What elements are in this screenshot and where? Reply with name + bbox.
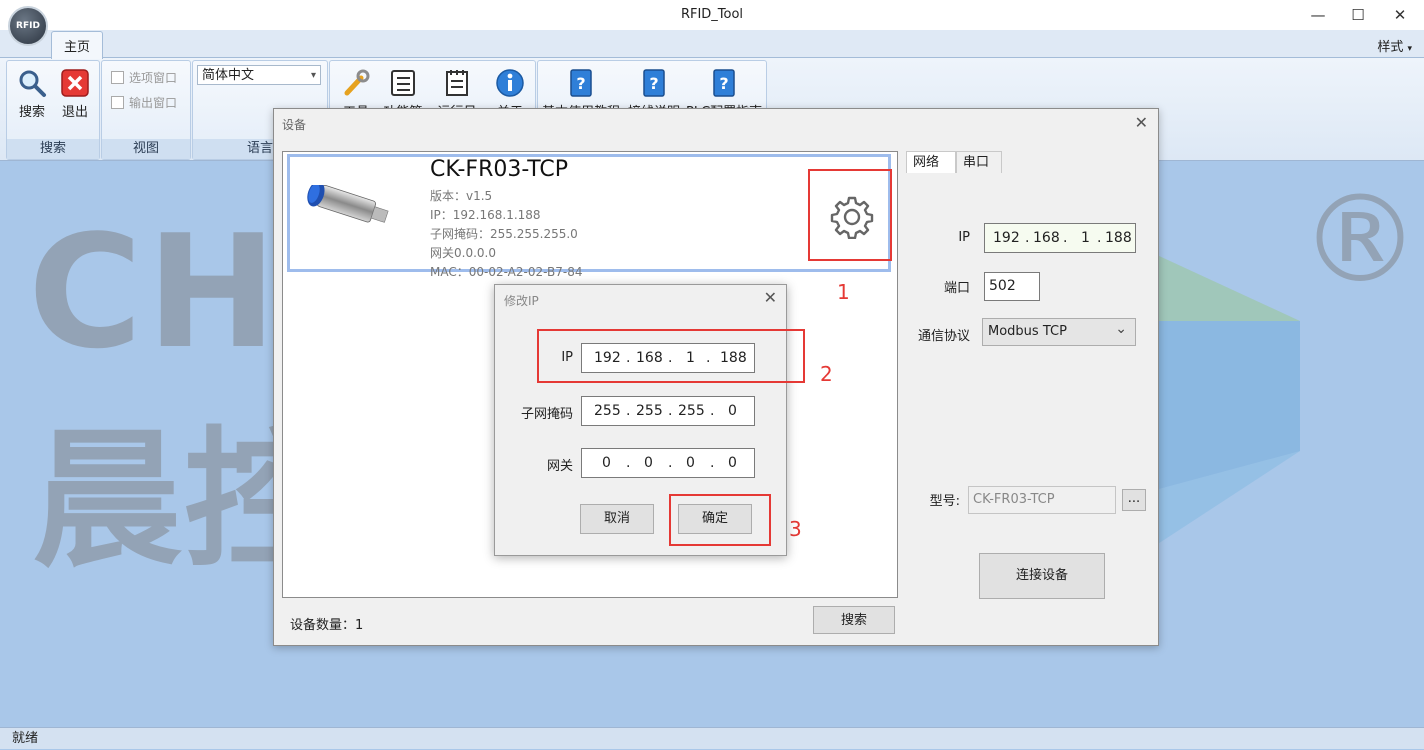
maximize-icon[interactable]: ☐ bbox=[1346, 4, 1370, 26]
ip-input[interactable]: 192 . 168 . 1 . 188 bbox=[984, 223, 1136, 253]
ribbon-group-search: 搜索 退出 搜索 bbox=[6, 60, 100, 160]
sensor-image bbox=[307, 185, 389, 223]
device-mac: MAC：00-02-A2-02-B7-84 bbox=[430, 265, 583, 279]
magnifier-icon bbox=[16, 67, 48, 99]
port-input[interactable]: 502 bbox=[984, 272, 1040, 301]
device-ip: IP：192.168.1.188 bbox=[430, 208, 541, 222]
svg-text:?: ? bbox=[576, 74, 585, 93]
modify-ip-dialog: 修改IP ✕ IP 192 . 168 . 1 . 188 子网掩码 255 .… bbox=[494, 284, 805, 556]
port-label: 端口 bbox=[943, 281, 970, 296]
browse-button[interactable]: ... bbox=[1122, 489, 1146, 511]
subnet-input[interactable]: 255 . 255 . 255 . 0 bbox=[581, 396, 755, 426]
ribbon-group-view: 选项窗口 输出窗口 视图 bbox=[101, 60, 191, 160]
output-window-label: 输出窗口 bbox=[129, 96, 178, 110]
ip-octet: 188 bbox=[720, 350, 747, 366]
window-title: RFID_Tool bbox=[680, 7, 744, 22]
protocol-select[interactable]: Modbus TCP bbox=[982, 316, 1136, 346]
subnet-label: 子网掩码 bbox=[520, 407, 573, 422]
gateway-octet: 0 bbox=[728, 455, 737, 471]
modify-ip-label: IP bbox=[561, 350, 573, 365]
gear-icon[interactable] bbox=[830, 195, 874, 239]
ribbon-group-search-label: 搜索 bbox=[7, 139, 99, 159]
ribbon-tab-row bbox=[0, 30, 1424, 58]
watermark-registered: ® bbox=[1300, 171, 1420, 310]
help-book-icon: ? bbox=[708, 67, 740, 99]
checkbox-box bbox=[111, 96, 124, 109]
subnet-octet: 255 bbox=[678, 403, 705, 419]
wrench-icon bbox=[340, 67, 372, 99]
exit-ribbon-label: 退出 bbox=[61, 105, 88, 120]
device-dialog-title: 设备 bbox=[282, 118, 307, 132]
gateway-octet: 0 bbox=[686, 455, 695, 471]
gateway-octet: 0 bbox=[602, 455, 611, 471]
model-label: 型号: bbox=[929, 494, 960, 509]
ip-octet: 1 bbox=[686, 350, 695, 366]
help-book-icon: ? bbox=[565, 67, 597, 99]
close-icon[interactable]: ✕ bbox=[764, 288, 777, 307]
ip-octet: 168 bbox=[1033, 230, 1060, 246]
gateway-label: 网关 bbox=[546, 459, 573, 474]
ip-label: IP bbox=[958, 230, 970, 245]
search-button[interactable]: 搜索 bbox=[813, 606, 895, 634]
subnet-octet: 255 bbox=[594, 403, 621, 419]
ip-octet: 188 bbox=[1105, 230, 1132, 246]
info-icon bbox=[494, 67, 526, 99]
step-marker-2: 2 bbox=[820, 362, 833, 386]
checklist-icon bbox=[387, 67, 419, 99]
cancel-button[interactable]: 取消 bbox=[580, 504, 654, 534]
title-bar: RFID_Tool — ☐ ✕ bbox=[0, 0, 1424, 30]
tab-home[interactable]: 主页 bbox=[51, 31, 103, 59]
ip-octet: 192 bbox=[993, 230, 1020, 246]
model-input[interactable]: CK-FR03-TCP bbox=[968, 486, 1116, 514]
ip-octet: 1 bbox=[1081, 230, 1090, 246]
device-subnet: 子网掩码：255.255.255.0 bbox=[430, 227, 578, 241]
search-ribbon-label: 搜索 bbox=[18, 105, 45, 120]
option-window-checkbox[interactable]: 选项窗口 bbox=[111, 69, 177, 86]
chevron-down-icon: ▾ bbox=[1407, 44, 1412, 54]
connect-device-button[interactable]: 连接设备 bbox=[979, 553, 1105, 599]
device-card[interactable]: CK-FR03-TCP 版本：v1.5 IP：192.168.1.188 子网掩… bbox=[287, 154, 892, 279]
search-ribbon-button[interactable]: 搜索 bbox=[10, 65, 54, 121]
modify-ip-input[interactable]: 192 . 168 . 1 . 188 bbox=[581, 343, 755, 373]
device-name: CK-FR03-TCP bbox=[430, 157, 569, 182]
app-logo-icon[interactable]: RFID bbox=[8, 6, 48, 46]
status-text: 就绪 bbox=[12, 731, 39, 746]
device-version: 版本：v1.5 bbox=[430, 189, 493, 203]
ip-octet: 192 bbox=[594, 350, 621, 366]
device-gateway: 网关0.0.0.0 bbox=[430, 246, 496, 260]
exit-icon bbox=[59, 67, 91, 99]
option-window-label: 选项窗口 bbox=[129, 71, 178, 85]
exit-ribbon-button[interactable]: 退出 bbox=[53, 65, 97, 121]
style-menu-label: 样式 bbox=[1377, 40, 1404, 55]
output-window-checkbox[interactable]: 输出窗口 bbox=[111, 94, 177, 111]
gateway-input[interactable]: 0 . 0 . 0 . 0 bbox=[581, 448, 755, 478]
protocol-label: 通信协议 bbox=[917, 329, 970, 344]
device-count: 设备数量：1 bbox=[290, 618, 364, 633]
ip-octet: 168 bbox=[636, 350, 663, 366]
gateway-octet: 0 bbox=[644, 455, 653, 471]
subnet-octet: 255 bbox=[636, 403, 663, 419]
status-bar: 就绪 bbox=[0, 727, 1424, 749]
tab-network[interactable]: 网络 bbox=[906, 151, 956, 173]
svg-text:?: ? bbox=[719, 74, 728, 93]
subnet-octet: 0 bbox=[728, 403, 737, 419]
minimize-icon[interactable]: — bbox=[1306, 4, 1330, 26]
log-icon bbox=[441, 67, 473, 99]
step-marker-3: 3 bbox=[789, 517, 802, 541]
language-select[interactable]: 简体中文 bbox=[197, 65, 321, 86]
step-marker-1: 1 bbox=[837, 280, 850, 304]
tab-serial[interactable]: 串口 bbox=[956, 151, 1002, 173]
settings-highlight bbox=[808, 169, 892, 261]
close-icon[interactable]: ✕ bbox=[1135, 113, 1148, 132]
ribbon-group-view-label: 视图 bbox=[102, 139, 190, 159]
ok-button[interactable]: 确定 bbox=[678, 504, 752, 534]
help-book-icon: ? bbox=[638, 67, 670, 99]
checkbox-box bbox=[111, 71, 124, 84]
modify-ip-title: 修改IP bbox=[504, 294, 539, 308]
svg-text:?: ? bbox=[649, 74, 658, 93]
style-menu[interactable]: 样式 ▾ bbox=[1377, 36, 1412, 55]
close-icon[interactable]: ✕ bbox=[1388, 4, 1412, 26]
